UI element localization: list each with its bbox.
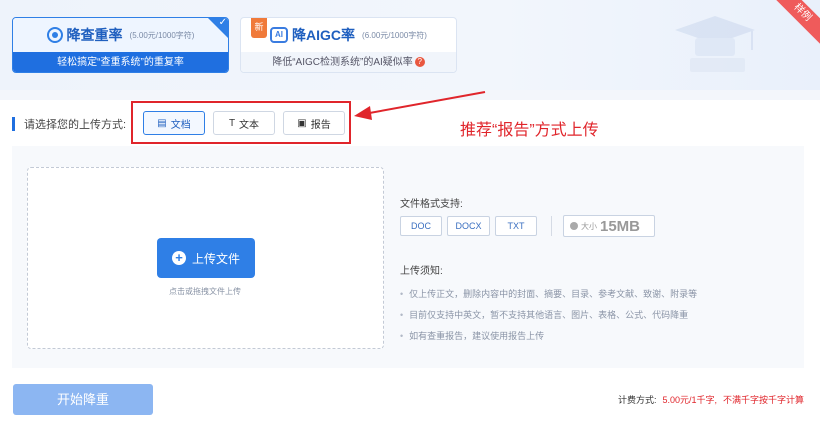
format-title: 文件格式支持: [400, 199, 463, 210]
fee-extra: 不满千字按千字计算 [722, 395, 804, 405]
upload-file-button[interactable]: + 上传文件 [157, 238, 255, 278]
method-label: 文档 [170, 119, 191, 131]
notice-item: 仅上传正文，删除内容中的封面、摘要、目录、参考文献、致谢、附录等 [400, 287, 697, 300]
service-title: 降AIGC率 [292, 27, 356, 43]
upload-button-label: 上传文件 [191, 251, 240, 266]
notice-item: 如有查重报告，建议使用报告上传 [400, 329, 544, 342]
new-badge: 新 [251, 18, 267, 38]
service-desc-text: 降低“AIGC检测系统”的AI疑似率 [272, 57, 413, 68]
report-icon: ▣ [297, 117, 307, 129]
format-chip-txt: TXT [495, 216, 537, 236]
method-report-button[interactable]: ▣ 报告 [283, 111, 345, 135]
service-card-header: 降查重率 (5.00元/1000字符) [13, 18, 228, 52]
method-text-button[interactable]: T 文本 [213, 111, 275, 135]
service-desc: 降低“AIGC检测系统”的AI疑似率? [241, 52, 456, 72]
size-limit: 大小 15MB [563, 215, 655, 237]
ai-logo-icon: AI [270, 27, 289, 43]
service-price: (5.00元/1000字符) [129, 30, 195, 40]
fee-info: 计费方式: 5.00元/1千字, 不满千字按千字计算 [618, 393, 804, 406]
service-card-reduce-aigc[interactable]: 新 AI 降AIGC率 (6.00元/1000字符) 降低“AIGC检测系统”的… [240, 17, 457, 73]
plus-icon: + [171, 251, 186, 265]
service-title: 降查重率 [66, 27, 123, 43]
section-marker [12, 117, 15, 131]
size-label: 大小 [581, 221, 597, 231]
method-document-button[interactable]: ▤ 文档 [143, 111, 205, 135]
method-label: 文本 [239, 119, 260, 131]
text-icon: T [228, 117, 236, 129]
graduation-illustration-icon [675, 16, 755, 72]
service-card-header: AI 降AIGC率 (6.00元/1000字符) [241, 18, 456, 52]
service-price: (6.00元/1000字符) [362, 30, 427, 40]
fee-value: 5.00元/1千字, [662, 395, 717, 405]
choose-method-label: 请选择您的上传方式: [24, 119, 127, 131]
help-icon[interactable]: ? [414, 57, 425, 68]
fee-label: 计费方式: [617, 395, 657, 405]
check-icon: ✓ [218, 17, 227, 28]
drag-hint: 点击或拖拽文件上传 [169, 287, 241, 296]
size-value: 15MB [600, 217, 641, 235]
service-desc: 轻松搞定“查重系统”的重复率 [13, 52, 228, 72]
format-divider [551, 216, 552, 236]
format-chip-doc: DOC [400, 216, 442, 236]
start-reduce-button[interactable]: 开始降重 [13, 384, 153, 415]
method-label: 报告 [310, 119, 331, 131]
size-icon [570, 222, 578, 230]
notice-title: 上传须知: [400, 266, 443, 277]
service-card-reduce-duplicate[interactable]: 降查重率 (5.00元/1000字符) 轻松搞定“查重系统”的重复率 ✓ [12, 17, 229, 73]
document-icon: ▤ [157, 117, 167, 129]
recommend-note: 推荐“报告”方式上传 [460, 122, 599, 139]
reduce-logo-icon [46, 27, 63, 43]
notice-item: 目前仅支持中英文，暂不支持其他语言、图片、表格、公式、代码降重 [400, 308, 688, 321]
format-chip-docx: DOCX [447, 216, 490, 236]
